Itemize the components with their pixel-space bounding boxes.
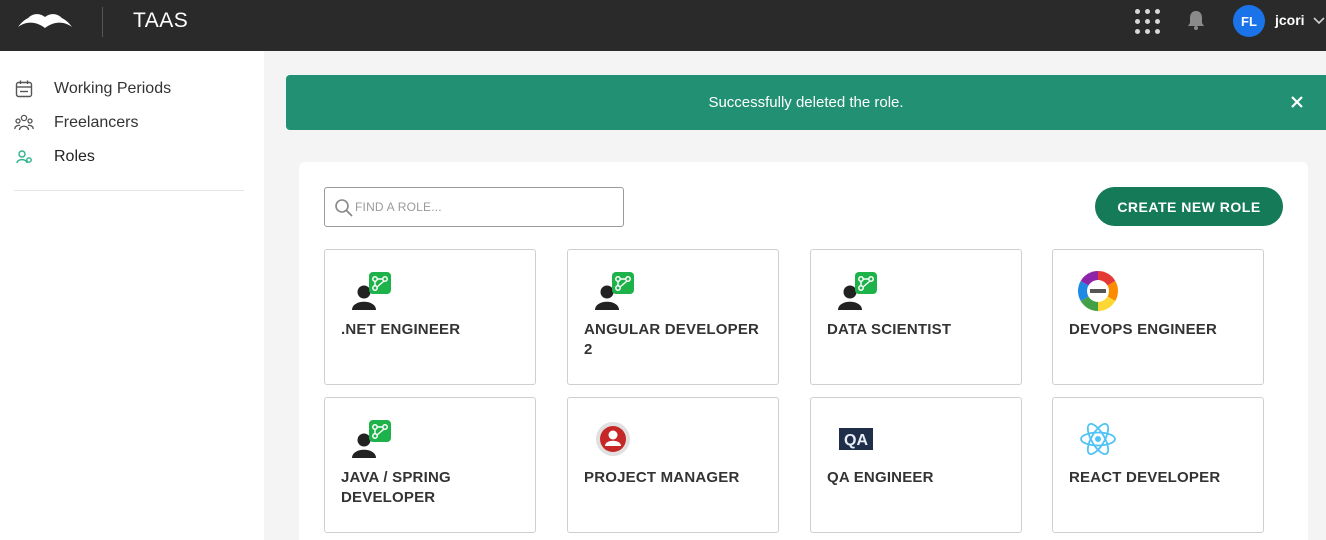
toast-message: Successfully deleted the role.: [708, 94, 904, 111]
app-title: TAAS: [133, 9, 189, 32]
role-icon: [16, 150, 32, 164]
sidebar-item-label: Roles: [54, 148, 95, 165]
apps-grid-icon[interactable]: [1135, 9, 1161, 35]
role-name: DEVOPS ENGINEER: [1069, 321, 1218, 338]
username[interactable]: jcori: [1275, 12, 1305, 28]
person-code-icon: [352, 420, 391, 458]
notification-bell-icon[interactable]: [1186, 9, 1206, 31]
sidebar: Working Periods Freelancers Roles: [0, 51, 264, 540]
role-card-java-spring-developer[interactable]: JAVA / SPRING DEVELOPER: [324, 397, 536, 533]
topbar-divider: [102, 7, 103, 37]
qa-badge-icon: QA: [839, 428, 873, 450]
role-name: DATA SCIENTIST: [827, 321, 952, 338]
role-name: PROJECT MANAGER: [584, 469, 740, 486]
role-search-box[interactable]: [324, 187, 624, 227]
svg-text:QA: QA: [844, 432, 868, 449]
role-card-project-manager[interactable]: PROJECT MANAGER: [567, 397, 779, 533]
role-card-devops-engineer[interactable]: DEVOPS ENGINEER: [1052, 249, 1264, 385]
people-icon: [14, 114, 34, 131]
role-card-react-developer[interactable]: REACT DEVELOPER: [1052, 397, 1264, 533]
sidebar-divider: [14, 190, 244, 191]
project-manager-icon: [596, 422, 630, 456]
sidebar-item-label: Freelancers: [54, 114, 139, 131]
role-card-net-engineer[interactable]: .NET ENGINEER: [324, 249, 536, 385]
role-card-angular-developer-2[interactable]: ANGULAR DEVELOPER 2: [567, 249, 779, 385]
role-card-data-scientist[interactable]: DATA SCIENTIST: [810, 249, 1022, 385]
sidebar-item-freelancers[interactable]: Freelancers: [14, 111, 138, 135]
chevron-down-icon[interactable]: [1313, 15, 1325, 25]
sidebar-item-working-periods[interactable]: Working Periods: [14, 77, 171, 101]
role-search-input[interactable]: [355, 196, 617, 218]
roles-panel: CREATE NEW ROLE .NET ENGINEER ANGULAR DE…: [299, 162, 1308, 540]
role-name: JAVA / SPRING DEVELOPER: [341, 469, 451, 506]
person-code-icon: [595, 272, 634, 310]
brand-logo-icon[interactable]: [16, 10, 74, 32]
role-card-qa-engineer[interactable]: QA QA ENGINEER: [810, 397, 1022, 533]
person-code-icon: [838, 272, 877, 310]
role-name: .NET ENGINEER: [341, 321, 461, 338]
sidebar-item-label: Working Periods: [54, 80, 172, 97]
user-avatar[interactable]: FL: [1233, 5, 1265, 37]
react-atom-icon: [1080, 423, 1116, 455]
calendar-icon: [15, 80, 33, 98]
create-new-role-button[interactable]: CREATE NEW ROLE: [1095, 187, 1283, 226]
search-icon: [335, 199, 353, 217]
close-icon[interactable]: [1289, 94, 1305, 110]
role-name: ANGULAR DEVELOPER 2: [584, 321, 760, 358]
success-toast: Successfully deleted the role.: [286, 75, 1326, 130]
sidebar-item-roles[interactable]: Roles: [14, 145, 95, 169]
role-name: QA ENGINEER: [827, 469, 934, 486]
person-code-icon: [352, 272, 391, 310]
role-name: REACT DEVELOPER: [1069, 469, 1221, 486]
devops-wheel-icon: [1078, 271, 1118, 311]
top-bar: TAAS FL jcori: [0, 0, 1326, 51]
